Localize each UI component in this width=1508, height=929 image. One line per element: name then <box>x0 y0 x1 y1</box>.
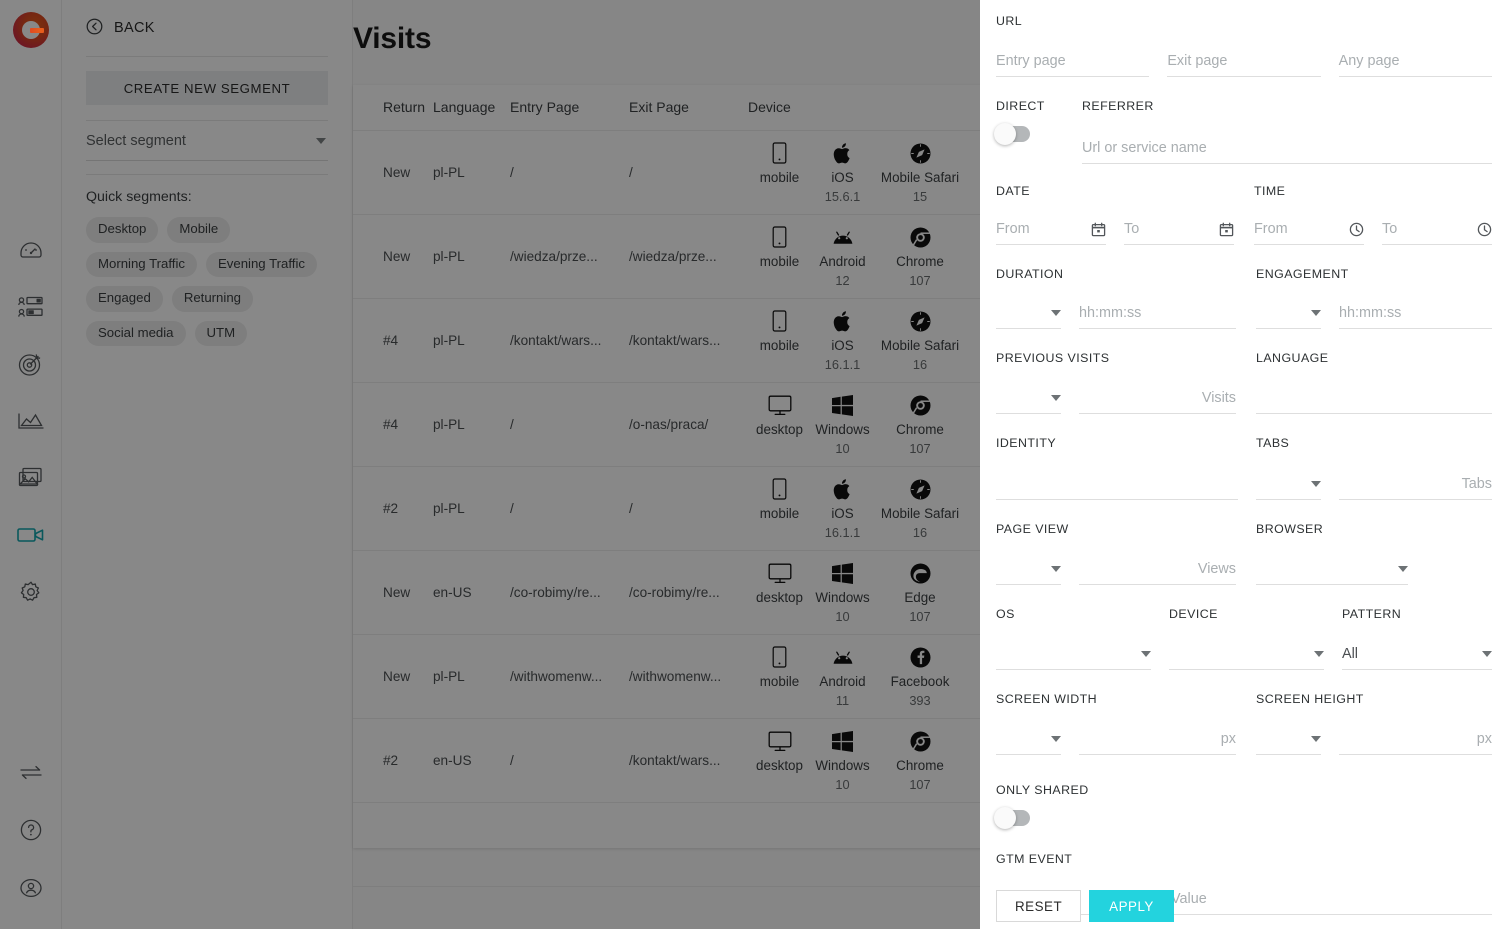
page-view-value-input[interactable]: Views <box>1079 554 1236 585</box>
chevron-down-icon <box>1051 395 1061 401</box>
screen-height-label: SCREEN HEIGHT <box>1256 692 1364 706</box>
entry-page-input[interactable]: Entry page <box>996 46 1150 77</box>
browser-label: BROWSER <box>1256 522 1324 536</box>
language-label: LANGUAGE <box>1256 351 1329 365</box>
chevron-down-icon <box>1051 566 1061 572</box>
direct-toggle[interactable] <box>994 123 1030 145</box>
tabs-label: TABS <box>1256 436 1290 450</box>
gtm-value-input[interactable]: Value <box>1171 884 1492 915</box>
referrer-placeholder: Url or service name <box>1082 140 1207 156</box>
chevron-down-icon <box>1314 651 1324 657</box>
duration-placeholder: hh:mm:ss <box>1079 305 1142 321</box>
chevron-down-icon <box>1398 566 1408 572</box>
screen-width-unit: px <box>1220 731 1236 747</box>
duration-label: DURATION <box>996 267 1064 281</box>
chevron-down-icon <box>1141 651 1151 657</box>
gtm-event-label: GTM EVENT <box>996 852 1073 866</box>
identity-input[interactable] <box>996 469 1238 500</box>
any-page-input[interactable]: Any page <box>1338 46 1492 77</box>
tabs-operator-select[interactable] <box>1256 469 1321 500</box>
time-label: TIME <box>1254 184 1286 198</box>
date-from-placeholder: From <box>996 221 1030 237</box>
drawer-action-bar: RESET APPLY <box>996 890 1174 922</box>
date-to-placeholder: To <box>1124 221 1140 237</box>
device-select[interactable] <box>1169 639 1324 670</box>
os-label: OS <box>996 607 1015 621</box>
identity-label: IDENTITY <box>996 436 1057 450</box>
previous-visits-operator-select[interactable] <box>996 383 1061 414</box>
date-to-input[interactable]: To <box>1124 214 1234 245</box>
time-to-input[interactable]: To <box>1382 214 1492 245</box>
chevron-down-icon <box>1051 310 1061 316</box>
toggle-knob <box>994 123 1016 145</box>
exit-page-placeholder: Exit page <box>1167 53 1228 69</box>
clock-icon[interactable] <box>1477 222 1492 237</box>
calendar-icon[interactable] <box>1091 222 1106 237</box>
referrer-input[interactable]: Url or service name <box>1082 133 1492 164</box>
page-view-label: PAGE VIEW <box>996 522 1069 536</box>
calendar-icon[interactable] <box>1219 222 1234 237</box>
clock-icon[interactable] <box>1349 222 1364 237</box>
date-label: DATE <box>996 184 1030 198</box>
apply-button[interactable]: APPLY <box>1089 890 1174 922</box>
previous-visits-placeholder: Visits <box>1201 390 1236 406</box>
browser-select[interactable] <box>1256 554 1408 585</box>
page-view-operator-select[interactable] <box>996 554 1061 585</box>
chevron-down-icon <box>1311 310 1321 316</box>
any-page-placeholder: Any page <box>1338 53 1400 69</box>
engagement-placeholder: hh:mm:ss <box>1339 305 1402 321</box>
pattern-label: PATTERN <box>1342 607 1402 621</box>
language-select[interactable] <box>1256 383 1492 414</box>
date-from-input[interactable]: From <box>996 214 1106 245</box>
page-view-placeholder: Views <box>1197 561 1236 577</box>
time-from-placeholder: From <box>1254 221 1288 237</box>
url-section-label: URL <box>996 14 1023 28</box>
reset-button[interactable]: RESET <box>996 890 1082 922</box>
direct-label: DIRECT <box>996 99 1045 113</box>
engagement-label: ENGAGEMENT <box>1256 267 1349 281</box>
filters-drawer: URL Entry page Exit page Any page DIRECT <box>980 0 1508 929</box>
entry-page-placeholder: Entry page <box>996 53 1066 69</box>
toggle-knob <box>994 807 1016 829</box>
chevron-down-icon <box>1051 736 1061 742</box>
engagement-value-input[interactable]: hh:mm:ss <box>1339 298 1492 329</box>
screen-width-operator-select[interactable] <box>996 724 1061 755</box>
engagement-operator-select[interactable] <box>1256 298 1321 329</box>
screen-width-label: SCREEN WIDTH <box>996 692 1098 706</box>
tabs-value-input[interactable]: Tabs <box>1339 469 1492 500</box>
previous-visits-label: PREVIOUS VISITS <box>996 351 1110 365</box>
chevron-down-icon <box>1482 651 1492 657</box>
only-shared-label: ONLY SHARED <box>996 783 1089 797</box>
screen-height-value-input[interactable]: px <box>1339 724 1492 755</box>
only-shared-toggle[interactable] <box>994 807 1030 829</box>
pattern-value: All <box>1342 646 1358 662</box>
chevron-down-icon <box>1311 736 1321 742</box>
time-to-placeholder: To <box>1382 221 1398 237</box>
gtm-value-placeholder: Value <box>1171 891 1207 907</box>
tabs-placeholder: Tabs <box>1461 476 1492 492</box>
pattern-select[interactable]: All <box>1342 639 1492 670</box>
duration-operator-select[interactable] <box>996 298 1061 329</box>
time-from-input[interactable]: From <box>1254 214 1364 245</box>
exit-page-input[interactable]: Exit page <box>1167 46 1321 77</box>
screen-height-operator-select[interactable] <box>1256 724 1321 755</box>
device-label: DEVICE <box>1169 607 1218 621</box>
duration-value-input[interactable]: hh:mm:ss <box>1079 298 1236 329</box>
screen-width-value-input[interactable]: px <box>1079 724 1236 755</box>
screen-height-unit: px <box>1476 731 1492 747</box>
chevron-down-icon <box>1311 481 1321 487</box>
os-select[interactable] <box>996 639 1151 670</box>
previous-visits-value-input[interactable]: Visits <box>1079 383 1236 414</box>
referrer-label: REFERRER <box>1082 99 1154 113</box>
